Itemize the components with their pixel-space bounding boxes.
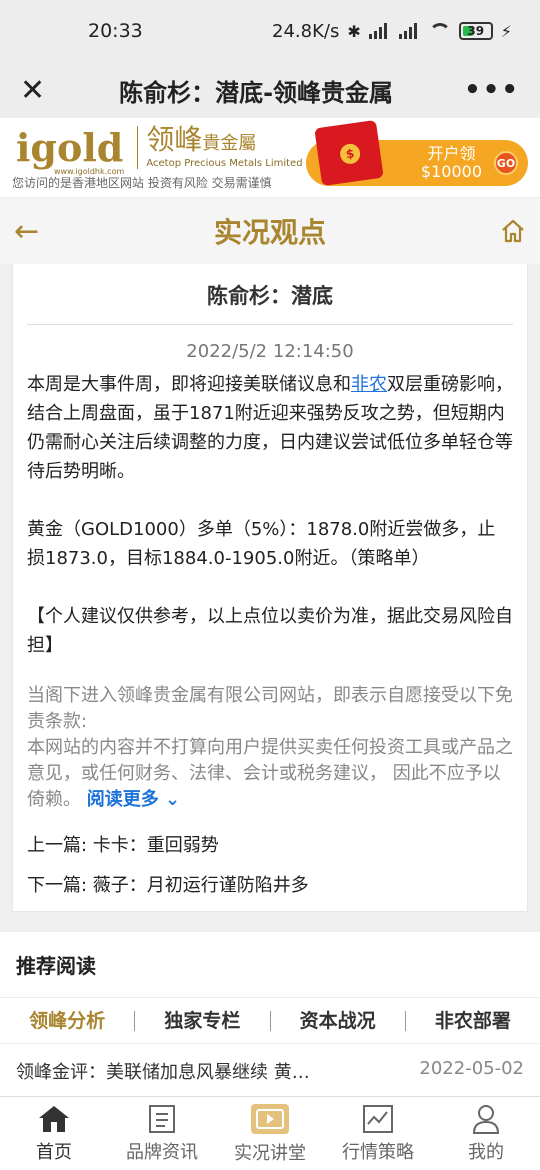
section-title: 推荐阅读	[0, 932, 540, 998]
tab-market-strategy[interactable]: 行情策略	[324, 1097, 432, 1170]
article-navigation: 上一篇: 卡卡：重回弱势 下一篇: 薇子：月初运行谨防陷井多	[27, 831, 513, 897]
article-title: 陈俞杉：潜底	[27, 264, 513, 325]
charging-icon: ⚡	[500, 21, 512, 41]
recommend-tabs: 领峰分析 独家专栏 资本战况 非农部署	[0, 998, 540, 1044]
tab-brand-news[interactable]: 品牌资讯	[108, 1097, 216, 1170]
chevron-down-icon: ⌄	[165, 789, 181, 810]
home-icon	[39, 1105, 69, 1132]
risk-notice: 您访问的是香港地区网站 投资有风险 交易需谨慎	[12, 176, 272, 190]
webview-title: 陈俞杉：潜底-领峰贵金属	[119, 78, 394, 107]
recommended-section: 推荐阅读 领峰分析 独家专栏 资本战况 非农部署 领峰金评：美联储加息风暴继续 …	[0, 932, 540, 1108]
bottom-tab-bar: 首页 品牌资讯 实况讲堂 行情策略 我的	[0, 1096, 540, 1170]
tab-analysis[interactable]: 领峰分析	[0, 1010, 136, 1031]
paragraph: 【个人建议仅供参考，以上点位以卖价为准，据此交易风险自担】	[27, 606, 513, 656]
tab-exclusive[interactable]: 独家专栏	[135, 1010, 271, 1031]
paragraph: 本周是大事件周，即将迎接美联储议息和非农双层重磅影响，结合上周盘面，虽于1871…	[27, 374, 513, 482]
document-icon	[149, 1104, 175, 1133]
list-item[interactable]: 领峰金评：美联储加息风暴继续 黄… 2022-05-02	[0, 1044, 540, 1098]
article-body: 本周是大事件周，即将迎接美联储议息和非农双层重磅影响，结合上周盘面，虽于1871…	[27, 370, 513, 660]
nonfarm-link[interactable]: 非农	[351, 374, 387, 395]
tab-nonfarm[interactable]: 非农部署	[406, 1011, 540, 1031]
webview-header: ✕ 陈俞杉：潜底-领峰贵金属 •••	[0, 62, 540, 118]
item-date: 2022-05-02	[419, 1058, 524, 1079]
back-arrow-icon[interactable]: ←	[14, 214, 54, 249]
user-icon	[472, 1104, 500, 1134]
close-icon[interactable]: ✕	[20, 73, 48, 108]
tab-profile[interactable]: 我的	[432, 1097, 540, 1170]
network-speed: 24.8K/s	[272, 20, 340, 42]
go-icon: GO	[494, 151, 518, 175]
chart-icon	[363, 1104, 393, 1133]
article-card: 陈俞杉：潜底 2022/5/2 12:14:50 本周是大事件周，即将迎接美联储…	[12, 264, 528, 912]
bluetooth-icon: ✱	[347, 21, 361, 41]
read-more-link[interactable]: 阅读更多 ⌄	[87, 789, 180, 810]
signal-icon-2	[398, 23, 421, 39]
prev-article-link[interactable]: 上一篇: 卡卡：重回弱势	[27, 831, 513, 857]
signal-icon	[368, 23, 391, 39]
next-article-link[interactable]: 下一篇: 薇子：月初运行谨防陷井多	[27, 871, 513, 897]
page-title: 实况观点	[213, 216, 326, 249]
clock: 20:33	[88, 20, 143, 42]
status-icons: 24.8K/s ✱ 39 ⚡	[272, 21, 512, 42]
disclaimer: 当阁下进入领峰贵金属有限公司网站，即表示自愿接受以下免责条款: 本网站的内容并不…	[27, 685, 513, 810]
wifi-icon	[428, 23, 451, 39]
video-icon	[251, 1103, 289, 1134]
tab-capital[interactable]: 资本战况	[271, 1010, 406, 1031]
tab-live-class[interactable]: 实况讲堂	[216, 1097, 324, 1170]
page-header: ← 实况观点	[0, 198, 540, 264]
battery-icon: 39	[458, 22, 493, 40]
article-date: 2022/5/2 12:14:50	[186, 341, 354, 362]
brand-logo: igold www.igoldhk.com 领峰貴金屬 Acetop Preci…	[16, 123, 303, 176]
status-bar: 20:33 24.8K/s ✱ 39 ⚡	[0, 0, 540, 62]
red-envelope-icon: $	[314, 119, 384, 187]
item-title: 领峰金评：美联储加息风暴继续 黄…	[16, 1062, 310, 1083]
home-icon[interactable]	[486, 218, 526, 244]
tab-home[interactable]: 首页	[0, 1097, 108, 1170]
more-options-icon[interactable]: •••	[464, 75, 520, 105]
promo-banner[interactable]: igold www.igoldhk.com 领峰貴金屬 Acetop Preci…	[0, 118, 540, 198]
paragraph: 黄金（GOLD1000）多单（5%）：1878.0附近尝做多，止损1873.0，…	[27, 519, 496, 569]
